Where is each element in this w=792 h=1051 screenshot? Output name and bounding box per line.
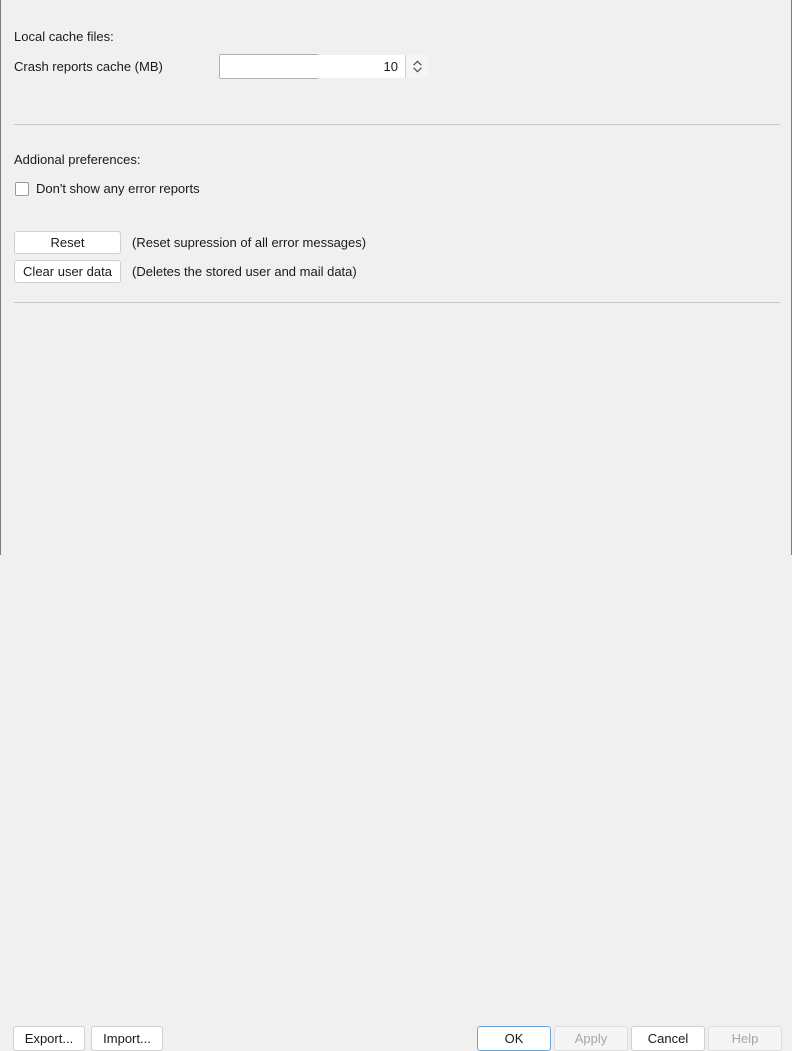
ok-button[interactable]: OK (477, 1026, 551, 1051)
local-cache-files-heading: Local cache files: (14, 29, 114, 44)
crash-reports-cache-label: Crash reports cache (MB) (14, 59, 163, 74)
dialog-button-bar: Export... Import... OK Apply Cancel Help (1, 507, 791, 1051)
crash-reports-cache-spinner[interactable] (219, 54, 428, 79)
dont-show-error-reports-checkbox-row[interactable]: Don't show any error reports (15, 181, 200, 197)
dont-show-error-reports-label: Don't show any error reports (36, 181, 200, 196)
import-button[interactable]: Import... (91, 1026, 163, 1051)
cancel-button[interactable]: Cancel (631, 1026, 705, 1051)
spinner-up-down-icon[interactable] (405, 55, 428, 78)
reset-button-description: (Reset supression of all error messages) (132, 235, 367, 250)
preferences-dialog: Local cache files: Crash reports cache (… (0, 0, 792, 1051)
clear-user-data-button-description: (Deletes the stored user and mail data) (132, 264, 357, 279)
help-button: Help (708, 1026, 782, 1051)
dont-show-error-reports-checkbox[interactable] (15, 182, 29, 196)
apply-button: Apply (554, 1026, 628, 1051)
reset-button[interactable]: Reset (14, 231, 121, 254)
separator-bottom (14, 302, 780, 303)
clear-user-data-button[interactable]: Clear user data (14, 260, 121, 283)
crash-reports-cache-input[interactable] (220, 55, 405, 78)
additional-preferences-heading: Addional preferences: (14, 152, 141, 167)
separator-top (14, 124, 780, 125)
export-button[interactable]: Export... (13, 1026, 85, 1051)
